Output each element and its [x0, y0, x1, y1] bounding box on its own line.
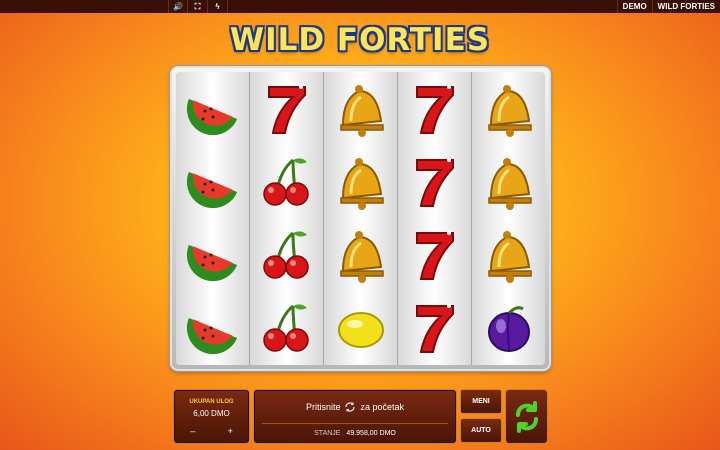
- seven-icon: [398, 145, 471, 218]
- reel-5: [472, 72, 545, 365]
- bell-icon: [472, 145, 545, 218]
- balance-value: 49.958,00 DMO: [346, 430, 396, 437]
- balance-label: STANJE: [314, 430, 341, 437]
- turbo-icon[interactable]: ϟ: [208, 0, 228, 13]
- bet-panel: UKUPAN ULOG 6,00 DMO – +: [173, 389, 250, 444]
- bell-icon: [324, 219, 397, 292]
- plum-icon: [472, 292, 545, 365]
- mode-badge: DEMO: [616, 0, 652, 13]
- watermelon-icon: [176, 145, 249, 218]
- bet-decrease-button[interactable]: –: [178, 426, 208, 436]
- watermelon-icon: [176, 292, 249, 365]
- bell-icon: [472, 72, 545, 145]
- bet-increase-button[interactable]: +: [215, 426, 245, 436]
- start-message: Pritisnite za početak: [254, 401, 456, 413]
- watermelon-icon: [176, 219, 249, 292]
- message-before: Pritisnite: [305, 402, 341, 412]
- message-after: za početak: [360, 402, 405, 412]
- reels-area: [176, 72, 545, 365]
- spin-arrows-icon: [345, 402, 356, 412]
- seven-icon: [250, 72, 323, 145]
- top-bar: 🔊 ⛶ ϟ DEMO WILD FORTIES: [0, 0, 720, 13]
- divider: [262, 423, 448, 424]
- game-name: WILD FORTIES: [651, 0, 720, 13]
- lemon-icon: [324, 292, 397, 365]
- reel-frame: [170, 66, 551, 371]
- bell-icon: [472, 219, 545, 292]
- reel-2: [250, 72, 324, 365]
- fullscreen-icon[interactable]: ⛶: [188, 0, 208, 13]
- game-title: WILD FORTIES: [229, 22, 491, 58]
- seven-icon: [398, 219, 471, 292]
- cherry-icon: [250, 145, 323, 218]
- info-panel: Pritisnite za početak STANJE 49.958,00 D…: [253, 389, 457, 444]
- cherry-icon: [250, 292, 323, 365]
- menu-button[interactable]: MENI: [460, 389, 502, 414]
- cherry-icon: [250, 219, 323, 292]
- seven-icon: [398, 292, 471, 365]
- spin-button[interactable]: [505, 389, 548, 444]
- reel-4: [398, 72, 472, 365]
- spin-icon: [515, 400, 538, 433]
- bell-icon: [324, 72, 397, 145]
- seven-icon: [398, 72, 471, 145]
- reel-3: [324, 72, 398, 365]
- reel-1: [176, 72, 250, 365]
- bell-icon: [324, 145, 397, 218]
- auto-button[interactable]: AUTO: [460, 418, 502, 443]
- bet-label: UKUPAN ULOG: [189, 399, 234, 405]
- watermelon-icon: [176, 72, 249, 145]
- bet-value: 6,00 DMO: [193, 409, 230, 418]
- speaker-icon[interactable]: 🔊: [168, 0, 188, 13]
- balance: STANJE 49.958,00 DMO: [254, 430, 456, 437]
